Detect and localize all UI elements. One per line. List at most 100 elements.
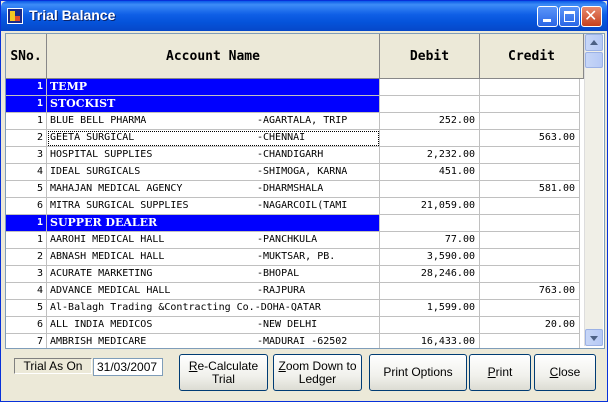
- column-header-credit[interactable]: Credit: [480, 34, 584, 79]
- debit-cell[interactable]: 21,059.00: [380, 198, 480, 215]
- group-row[interactable]: 1 TEMP: [6, 79, 584, 96]
- group-row[interactable]: 1 STOCKIST: [6, 96, 584, 113]
- credit-cell[interactable]: [480, 266, 580, 283]
- sno-cell[interactable]: 6: [6, 317, 47, 334]
- credit-cell[interactable]: [480, 215, 580, 232]
- zoom-down-to-ledger-button[interactable]: Zoom Down to Ledger: [273, 354, 362, 391]
- credit-cell[interactable]: 563.00: [480, 130, 580, 147]
- table-row[interactable]: 3 ACURATE MARKETING -BHOPAL 28,246.00: [6, 266, 584, 283]
- debit-cell[interactable]: 16,433.00: [380, 334, 480, 348]
- table-row[interactable]: 3 HOSPITAL SUPPLIES -CHANDIGARH 2,232.00: [6, 147, 584, 164]
- close-window-button[interactable]: ✕: [581, 6, 602, 27]
- sno-cell[interactable]: 7: [6, 334, 47, 348]
- account-cell[interactable]: ADVANCE MEDICAL HALL -RAJPURA: [47, 283, 380, 300]
- credit-cell[interactable]: [480, 79, 580, 96]
- column-header-sno[interactable]: SNo.: [6, 34, 47, 79]
- sno-cell[interactable]: 3: [6, 266, 47, 283]
- credit-cell[interactable]: 763.00: [480, 283, 580, 300]
- debit-cell[interactable]: 3,590.00: [380, 249, 480, 266]
- table-row[interactable]: 2 GEETA SURGICAL -CHENNAI 563.00: [6, 130, 584, 147]
- sno-cell[interactable]: 1: [6, 215, 47, 232]
- sno-cell[interactable]: 1: [6, 79, 47, 96]
- sno-cell[interactable]: 1: [6, 232, 47, 249]
- credit-cell[interactable]: [480, 164, 580, 181]
- debit-cell[interactable]: 451.00: [380, 164, 480, 181]
- credit-cell[interactable]: [480, 96, 580, 113]
- close-button[interactable]: Close: [534, 354, 596, 391]
- account-city: -CHANDIGARH: [257, 149, 324, 160]
- sno-cell[interactable]: 2: [6, 249, 47, 266]
- credit-cell[interactable]: 581.00: [480, 181, 580, 198]
- debit-cell[interactable]: [380, 283, 480, 300]
- scroll-up-button[interactable]: [585, 34, 603, 51]
- trial-balance-grid[interactable]: SNo. Account Name Debit Credit 1 TEMP 1 STO…: [5, 33, 605, 349]
- maximize-button[interactable]: [559, 6, 580, 27]
- account-cell[interactable]: AMBRISH MEDICARE -MADURAI -62502: [47, 334, 380, 348]
- debit-cell[interactable]: [380, 215, 480, 232]
- account-cell[interactable]: AAROHI MEDICAL HALL -PANCHKULA: [47, 232, 380, 249]
- credit-cell[interactable]: [480, 300, 580, 317]
- account-cell[interactable]: BLUE BELL PHARMA -AGARTALA, TRIP: [47, 113, 380, 130]
- table-row[interactable]: 7 AMBRISH MEDICARE -MADURAI -62502 16,433.0…: [6, 334, 584, 348]
- credit-cell[interactable]: [480, 113, 580, 130]
- column-header-debit[interactable]: Debit: [380, 34, 480, 79]
- credit-cell[interactable]: [480, 249, 580, 266]
- account-cell[interactable]: IDEAL SURGICALS -SHIMOGA, KARNA: [47, 164, 380, 181]
- debit-cell[interactable]: 1,599.00: [380, 300, 480, 317]
- scroll-down-button[interactable]: [585, 329, 603, 346]
- sno-cell[interactable]: 5: [6, 181, 47, 198]
- table-row[interactable]: 1 AAROHI MEDICAL HALL -PANCHKULA 77.00: [6, 232, 584, 249]
- table-row[interactable]: 1 BLUE BELL PHARMA -AGARTALA, TRIP 252.00: [6, 113, 584, 130]
- recalculate-trial-button[interactable]: Re-Calculate Trial: [179, 354, 268, 391]
- debit-cell[interactable]: [380, 96, 480, 113]
- credit-cell[interactable]: [480, 147, 580, 164]
- minimize-button[interactable]: [537, 6, 558, 27]
- account-cell[interactable]: ACURATE MARKETING -BHOPAL: [47, 266, 380, 283]
- credit-cell[interactable]: 20.00: [480, 317, 580, 334]
- table-row[interactable]: 5 MAHAJAN MEDICAL AGENCY -DHARMSHALA 581.00: [6, 181, 584, 198]
- debit-cell[interactable]: 2,232.00: [380, 147, 480, 164]
- print-options-button[interactable]: Print Options: [369, 354, 467, 391]
- debit-cell[interactable]: [380, 79, 480, 96]
- account-cell[interactable]: TEMP: [47, 79, 380, 96]
- title-bar[interactable]: Trial Balance ✕: [1, 1, 607, 31]
- sno-cell[interactable]: 1: [6, 113, 47, 130]
- scroll-thumb[interactable]: [585, 52, 603, 68]
- column-header-account[interactable]: Account Name: [47, 34, 380, 79]
- credit-cell[interactable]: [480, 334, 580, 348]
- sno-cell[interactable]: 4: [6, 164, 47, 181]
- account-cell[interactable]: ALL INDIA MEDICOS -NEW DELHI: [47, 317, 380, 334]
- table-row[interactable]: 2 ABNASH MEDICAL HALL -MUKTSAR, PB. 3,590.0…: [6, 249, 584, 266]
- credit-cell[interactable]: [480, 232, 580, 249]
- table-row[interactable]: 4 IDEAL SURGICALS -SHIMOGA, KARNA 451.00: [6, 164, 584, 181]
- account-cell[interactable]: SUPPER DEALER: [47, 215, 380, 232]
- account-cell[interactable]: STOCKIST: [47, 96, 380, 113]
- account-cell[interactable]: MITRA SURGICAL SUPPLIES -NAGARCOIL(TAMI: [47, 198, 380, 215]
- debit-cell[interactable]: [380, 181, 480, 198]
- account-cell[interactable]: HOSPITAL SUPPLIES -CHANDIGARH: [47, 147, 380, 164]
- account-cell[interactable]: MAHAJAN MEDICAL AGENCY -DHARMSHALA: [47, 181, 380, 198]
- group-row[interactable]: 1 SUPPER DEALER: [6, 215, 584, 232]
- credit-cell[interactable]: [480, 198, 580, 215]
- debit-cell[interactable]: [380, 130, 480, 147]
- trial-date-field[interactable]: 31/03/2007: [93, 358, 163, 376]
- print-button[interactable]: Print: [469, 354, 531, 391]
- debit-cell[interactable]: 252.00: [380, 113, 480, 130]
- debit-cell[interactable]: 77.00: [380, 232, 480, 249]
- sno-cell[interactable]: 5: [6, 300, 47, 317]
- table-row[interactable]: 4 ADVANCE MEDICAL HALL -RAJPURA 763.00: [6, 283, 584, 300]
- debit-cell[interactable]: 28,246.00: [380, 266, 480, 283]
- account-cell[interactable]: GEETA SURGICAL -CHENNAI: [47, 130, 380, 147]
- table-row[interactable]: 6 MITRA SURGICAL SUPPLIES -NAGARCOIL(TAMI 2…: [6, 198, 584, 215]
- sno-cell[interactable]: 3: [6, 147, 47, 164]
- debit-cell[interactable]: [380, 317, 480, 334]
- vertical-scrollbar[interactable]: [584, 34, 603, 346]
- sno-cell[interactable]: 4: [6, 283, 47, 300]
- sno-cell[interactable]: 1: [6, 96, 47, 113]
- table-row[interactable]: 6 ALL INDIA MEDICOS -NEW DELHI 20.00: [6, 317, 584, 334]
- account-cell[interactable]: Al-Balagh Trading &Contracting Co.-DOHA-…: [47, 300, 380, 317]
- sno-cell[interactable]: 6: [6, 198, 47, 215]
- sno-cell[interactable]: 2: [6, 130, 47, 147]
- account-cell[interactable]: ABNASH MEDICAL HALL -MUKTSAR, PB.: [47, 249, 380, 266]
- table-row[interactable]: 5 Al-Balagh Trading &Contracting Co.-DOHA…: [6, 300, 584, 317]
